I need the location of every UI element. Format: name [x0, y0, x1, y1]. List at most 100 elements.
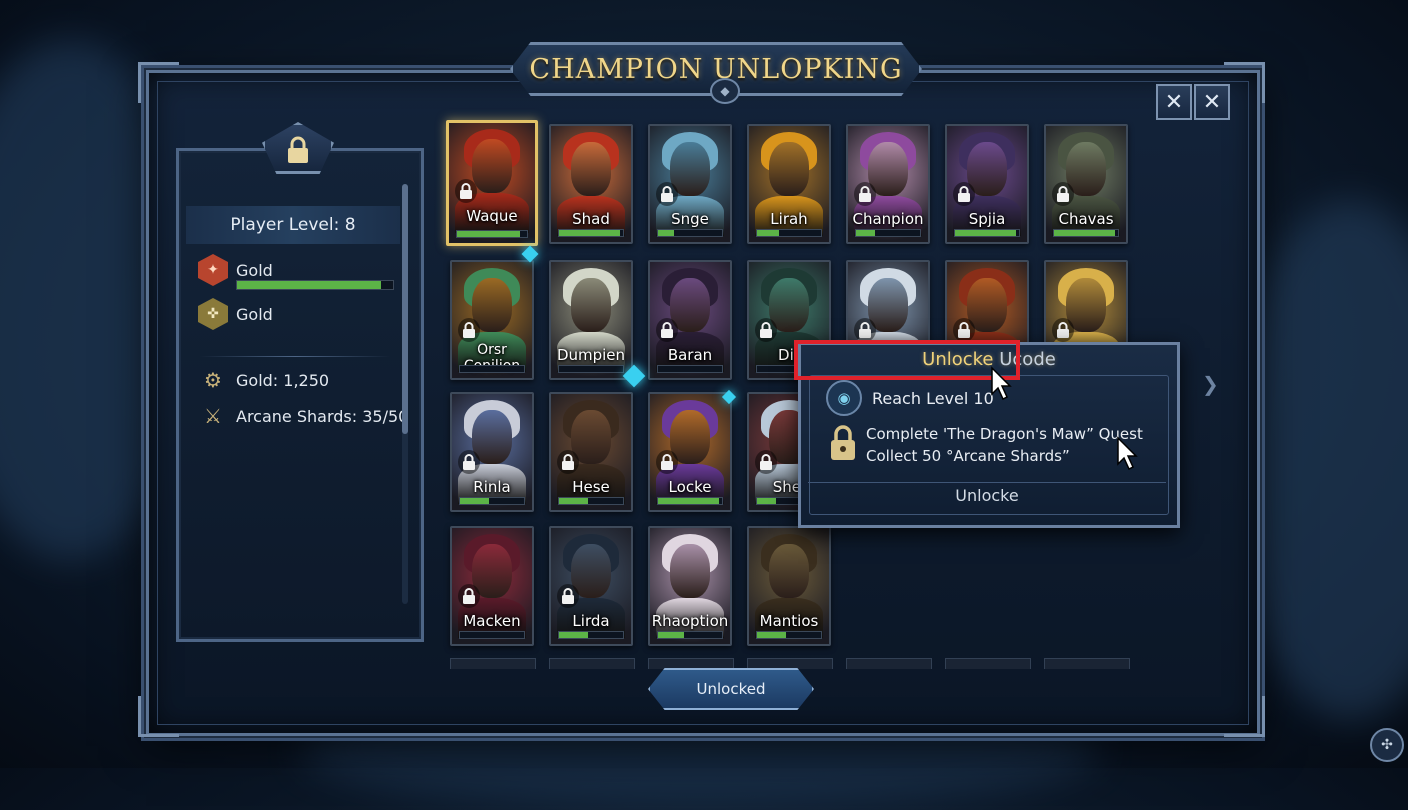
champion-card[interactable]: Waque [446, 120, 538, 246]
champion-name: Locke [668, 478, 712, 496]
requirement-text: Reach Level 10 [872, 388, 994, 408]
settings-icon[interactable]: ✣ [1370, 728, 1404, 762]
shards-amount: Arcane Shards: 35/50 [236, 406, 409, 426]
lock-icon [953, 318, 975, 342]
scroll-thumb[interactable] [402, 184, 408, 434]
mouse-cursor-icon [1117, 436, 1138, 471]
champion-card[interactable]: Baran [648, 260, 732, 380]
champion-name: Chavas [1058, 210, 1114, 228]
champion-progress-bar [855, 229, 921, 237]
level-badge-icon: ◉ [826, 380, 862, 416]
champion-progress-bar [657, 365, 723, 373]
champion-card[interactable]: Lirda [549, 526, 633, 646]
champion-card[interactable]: Orsr Conilion [450, 260, 534, 380]
mouse-cursor-icon [991, 366, 1012, 401]
champion-progress-bar [558, 497, 624, 505]
lock-icon [1052, 318, 1074, 342]
lock-icon [656, 450, 678, 474]
champion-card[interactable]: Rhaoption [648, 526, 732, 646]
champion-progress-bar [459, 365, 525, 373]
requirement-level: ◉ Reach Level 10 [826, 380, 994, 416]
lock-icon [557, 584, 579, 608]
gold-amount: Gold: 1,250 [236, 370, 330, 390]
champion-card[interactable]: Hese [549, 392, 633, 512]
champion-name: Hese [572, 478, 610, 496]
gold-row: ⚙ Gold: 1,250 [198, 368, 329, 392]
gear-icon: ⚙ [204, 368, 222, 392]
rank-emblem-icon: ✜ [198, 298, 228, 330]
champion-name: Dumpien [556, 346, 626, 364]
champion-progress-bar [558, 365, 624, 373]
lock-icon [458, 450, 480, 474]
shards-row: ⚔ Arcane Shards: 35/50 [198, 404, 408, 428]
lock-icon [854, 318, 876, 342]
champion-card[interactable]: Rinla [450, 392, 534, 512]
tooltip-unlock-button[interactable]: Unlocke [800, 486, 1174, 505]
champion-card[interactable]: Spjia [945, 124, 1029, 244]
champion-progress-bar [756, 229, 822, 237]
rank-label: Gold [236, 260, 273, 280]
lock-icon [455, 179, 477, 203]
rank-label: Gold [236, 304, 273, 324]
champion-name: Chanpion [852, 210, 924, 228]
crossed-swords-icon: ⚔ [204, 404, 222, 428]
champion-progress-bar [657, 497, 723, 505]
frame-corner [1224, 62, 1265, 103]
player-level-text: Player Level: 8 [230, 215, 356, 235]
lock-icon [458, 584, 480, 608]
panel-scrollbar[interactable] [402, 184, 408, 604]
champion-name: Rhaoption [651, 612, 729, 630]
champion-progress-bar [558, 229, 624, 237]
close-icon: ✕ [1164, 89, 1184, 115]
champion-name: Lirah [770, 210, 808, 228]
lock-icon [953, 182, 975, 206]
champion-name: Snge [671, 210, 709, 228]
champion-name: Lirda [572, 612, 610, 630]
lock-icon [557, 450, 579, 474]
lock-icon [656, 182, 678, 206]
champion-progress-bar [756, 631, 822, 639]
lock-icon [755, 318, 777, 342]
player-level: Player Level: 8 [186, 206, 400, 244]
champion-progress-bar [1053, 229, 1119, 237]
rank-row: ✜ Gold [198, 298, 273, 330]
frame-corner [138, 696, 179, 737]
champion-card[interactable]: Dumpien [549, 260, 633, 380]
champion-card[interactable]: Chavas [1044, 124, 1128, 244]
champion-name: Macken [463, 612, 521, 630]
champion-card[interactable]: Macken [450, 526, 534, 646]
champion-progress-bar [459, 631, 525, 639]
champion-name: Spjia [968, 210, 1006, 228]
lock-icon [854, 182, 876, 206]
chevron-right-icon[interactable]: ❯ [1202, 372, 1219, 396]
champion-progress-bar [456, 230, 528, 238]
champion-name: Mantios [759, 612, 819, 630]
requirement-text: Collect 50 °Arcane Shards” [866, 447, 1070, 465]
lock-icon [458, 318, 480, 342]
lock-icon [1052, 182, 1074, 206]
close-button[interactable]: ✕ [1156, 84, 1192, 120]
highlight-box [794, 340, 1020, 380]
champion-progress-bar [459, 497, 525, 505]
champion-card[interactable]: Shad [549, 124, 633, 244]
champion-card[interactable]: Lirah [747, 124, 831, 244]
frame-corner [1224, 696, 1265, 737]
champion-name: Rinla [473, 478, 511, 496]
champion-card[interactable]: Locke [648, 392, 732, 512]
rank-emblem-icon: ✦ [198, 254, 228, 286]
frame-corner [138, 62, 179, 103]
lock-icon [755, 450, 777, 474]
champion-progress-bar [954, 229, 1020, 237]
champion-progress-bar [558, 631, 624, 639]
rank-progress-bar [236, 280, 394, 290]
champion-card[interactable]: Mantios [747, 526, 831, 646]
title-gem-icon: ◆ [710, 78, 740, 104]
champion-progress-bar [657, 229, 723, 237]
champion-name: Shad [572, 210, 610, 228]
close-button-secondary[interactable]: ✕ [1194, 84, 1230, 120]
champion-card[interactable]: Snge [648, 124, 732, 244]
champion-card[interactable]: Chanpion [846, 124, 930, 244]
lock-icon [826, 423, 860, 463]
champion-progress-bar [657, 631, 723, 639]
unlocked-button[interactable]: Unlocked [648, 668, 814, 710]
